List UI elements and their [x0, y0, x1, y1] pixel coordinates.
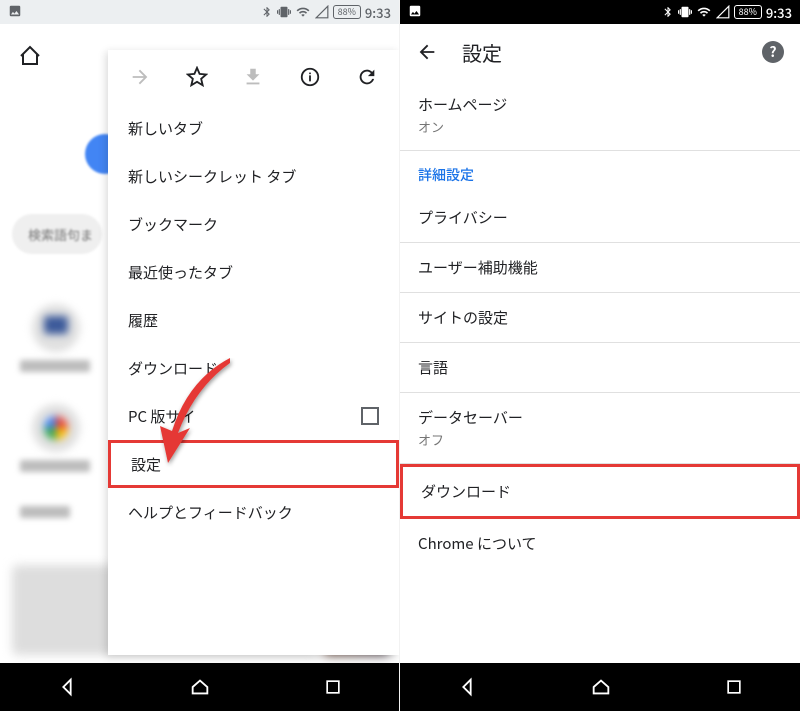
bluetooth-icon [261, 5, 273, 19]
menu-item-label: ダウンロード [128, 358, 218, 379]
menu-item-help[interactable]: ヘルプとフィードバック [108, 488, 399, 536]
page-title: 設定 [462, 38, 502, 67]
status-bar-left: 88% 9:33 [0, 0, 399, 24]
search-field-blurred: 検索語句ま [12, 214, 102, 254]
picture-icon [408, 4, 422, 18]
settings-item-label: ダウンロード [421, 481, 779, 502]
nav-back-icon[interactable] [56, 676, 78, 698]
picture-icon [8, 4, 22, 18]
battery-indicator: 88% [333, 5, 361, 19]
shortcut-thumb [32, 404, 80, 452]
settings-item-label: Chrome について [418, 533, 782, 554]
checkbox[interactable] [361, 407, 379, 425]
menu-item-list: 新しいタブ 新しいシークレット タブ ブックマーク 最近使ったタブ 履歴 ダウン… [108, 104, 399, 655]
settings-item-label: 言語 [418, 357, 782, 378]
menu-item-label: 最近使ったタブ [128, 262, 233, 283]
settings-item-data-saver[interactable]: データセーバー オフ [400, 393, 800, 464]
android-nav-bar [400, 663, 800, 711]
chrome-overflow-menu: 新しいタブ 新しいシークレット タブ ブックマーク 最近使ったタブ 履歴 ダウン… [108, 50, 399, 655]
settings-item-accessibility[interactable]: ユーザー補助機能 [400, 243, 800, 293]
info-icon[interactable] [290, 66, 330, 88]
section-label-blurred [20, 506, 70, 518]
menu-item-label: 新しいタブ [128, 118, 203, 139]
settings-item-language[interactable]: 言語 [400, 343, 800, 393]
menu-item-settings[interactable]: 設定 [108, 440, 399, 488]
menu-item-label: 履歴 [128, 310, 158, 331]
menu-icon-row [108, 50, 399, 104]
menu-item-label: ヘルプとフィードバック [128, 502, 293, 523]
vibrate-icon [678, 5, 692, 19]
menu-item-label: 新しいシークレット タブ [128, 166, 296, 187]
menu-item-new-tab[interactable]: 新しいタブ [108, 104, 399, 152]
screen-left: 88% 9:33 検索語句ま [0, 0, 400, 711]
settings-item-privacy[interactable]: プライバシー [400, 193, 800, 243]
screen-right: 88% 9:33 設定 ? ホームページ オン 詳細設定 プライバシー ユーザー… [400, 0, 800, 711]
vibrate-icon [277, 5, 291, 19]
forward-icon[interactable] [120, 66, 160, 88]
clock: 9:33 [365, 3, 391, 22]
menu-item-bookmarks[interactable]: ブックマーク [108, 200, 399, 248]
search-hint: 検索語句ま [28, 225, 93, 244]
nav-home-icon[interactable] [590, 676, 612, 698]
nav-home-icon[interactable] [189, 676, 211, 698]
menu-item-downloads[interactable]: ダウンロード [108, 344, 399, 392]
menu-item-incognito[interactable]: 新しいシークレット タブ [108, 152, 399, 200]
menu-item-desktop-site[interactable]: PC 版サイ [108, 392, 399, 440]
settings-item-about[interactable]: Chrome について [400, 519, 800, 568]
shortcut-thumb [32, 304, 80, 352]
settings-item-value: オフ [418, 430, 782, 449]
refresh-icon[interactable] [347, 66, 387, 88]
wifi-icon [295, 5, 311, 19]
settings-item-label: ホームページ [418, 94, 782, 115]
menu-item-label: 設定 [131, 454, 161, 475]
bluetooth-icon [662, 5, 674, 19]
shortcut-label [20, 460, 90, 472]
wifi-icon [696, 5, 712, 19]
menu-item-recent-tabs[interactable]: 最近使ったタブ [108, 248, 399, 296]
settings-item-label: サイトの設定 [418, 307, 782, 328]
bookmark-star-icon[interactable] [177, 66, 217, 88]
section-header-advanced: 詳細設定 [400, 151, 800, 193]
download-icon[interactable] [233, 66, 273, 88]
clock: 9:33 [766, 3, 792, 22]
help-icon[interactable]: ? [762, 41, 784, 63]
shortcut-label [20, 360, 90, 372]
menu-item-label: ブックマーク [128, 214, 218, 235]
battery-indicator: 88% [734, 5, 762, 19]
settings-item-label: ユーザー補助機能 [418, 257, 782, 278]
browser-background: 検索語句ま [0, 24, 399, 711]
nav-recents-icon[interactable] [323, 677, 343, 697]
nav-recents-icon[interactable] [724, 677, 744, 697]
settings-list: ホームページ オン 詳細設定 プライバシー ユーザー補助機能 サイトの設定 言語… [400, 80, 800, 711]
signal-icon [315, 5, 329, 19]
settings-app-bar: 設定 ? [400, 24, 800, 80]
status-bar-right: 88% 9:33 [400, 0, 800, 24]
menu-item-history[interactable]: 履歴 [108, 296, 399, 344]
settings-item-value: オン [418, 117, 782, 136]
home-icon[interactable] [18, 44, 42, 68]
settings-item-label: データセーバー [418, 407, 782, 428]
menu-item-label: PC 版サイ [128, 406, 195, 427]
settings-item-label: プライバシー [418, 207, 782, 228]
settings-item-downloads[interactable]: ダウンロード [400, 464, 800, 519]
settings-item-homepage[interactable]: ホームページ オン [400, 80, 800, 151]
settings-item-site-settings[interactable]: サイトの設定 [400, 293, 800, 343]
nav-back-icon[interactable] [456, 676, 478, 698]
android-nav-bar [0, 663, 399, 711]
signal-icon [716, 5, 730, 19]
back-arrow-icon[interactable] [416, 41, 438, 63]
